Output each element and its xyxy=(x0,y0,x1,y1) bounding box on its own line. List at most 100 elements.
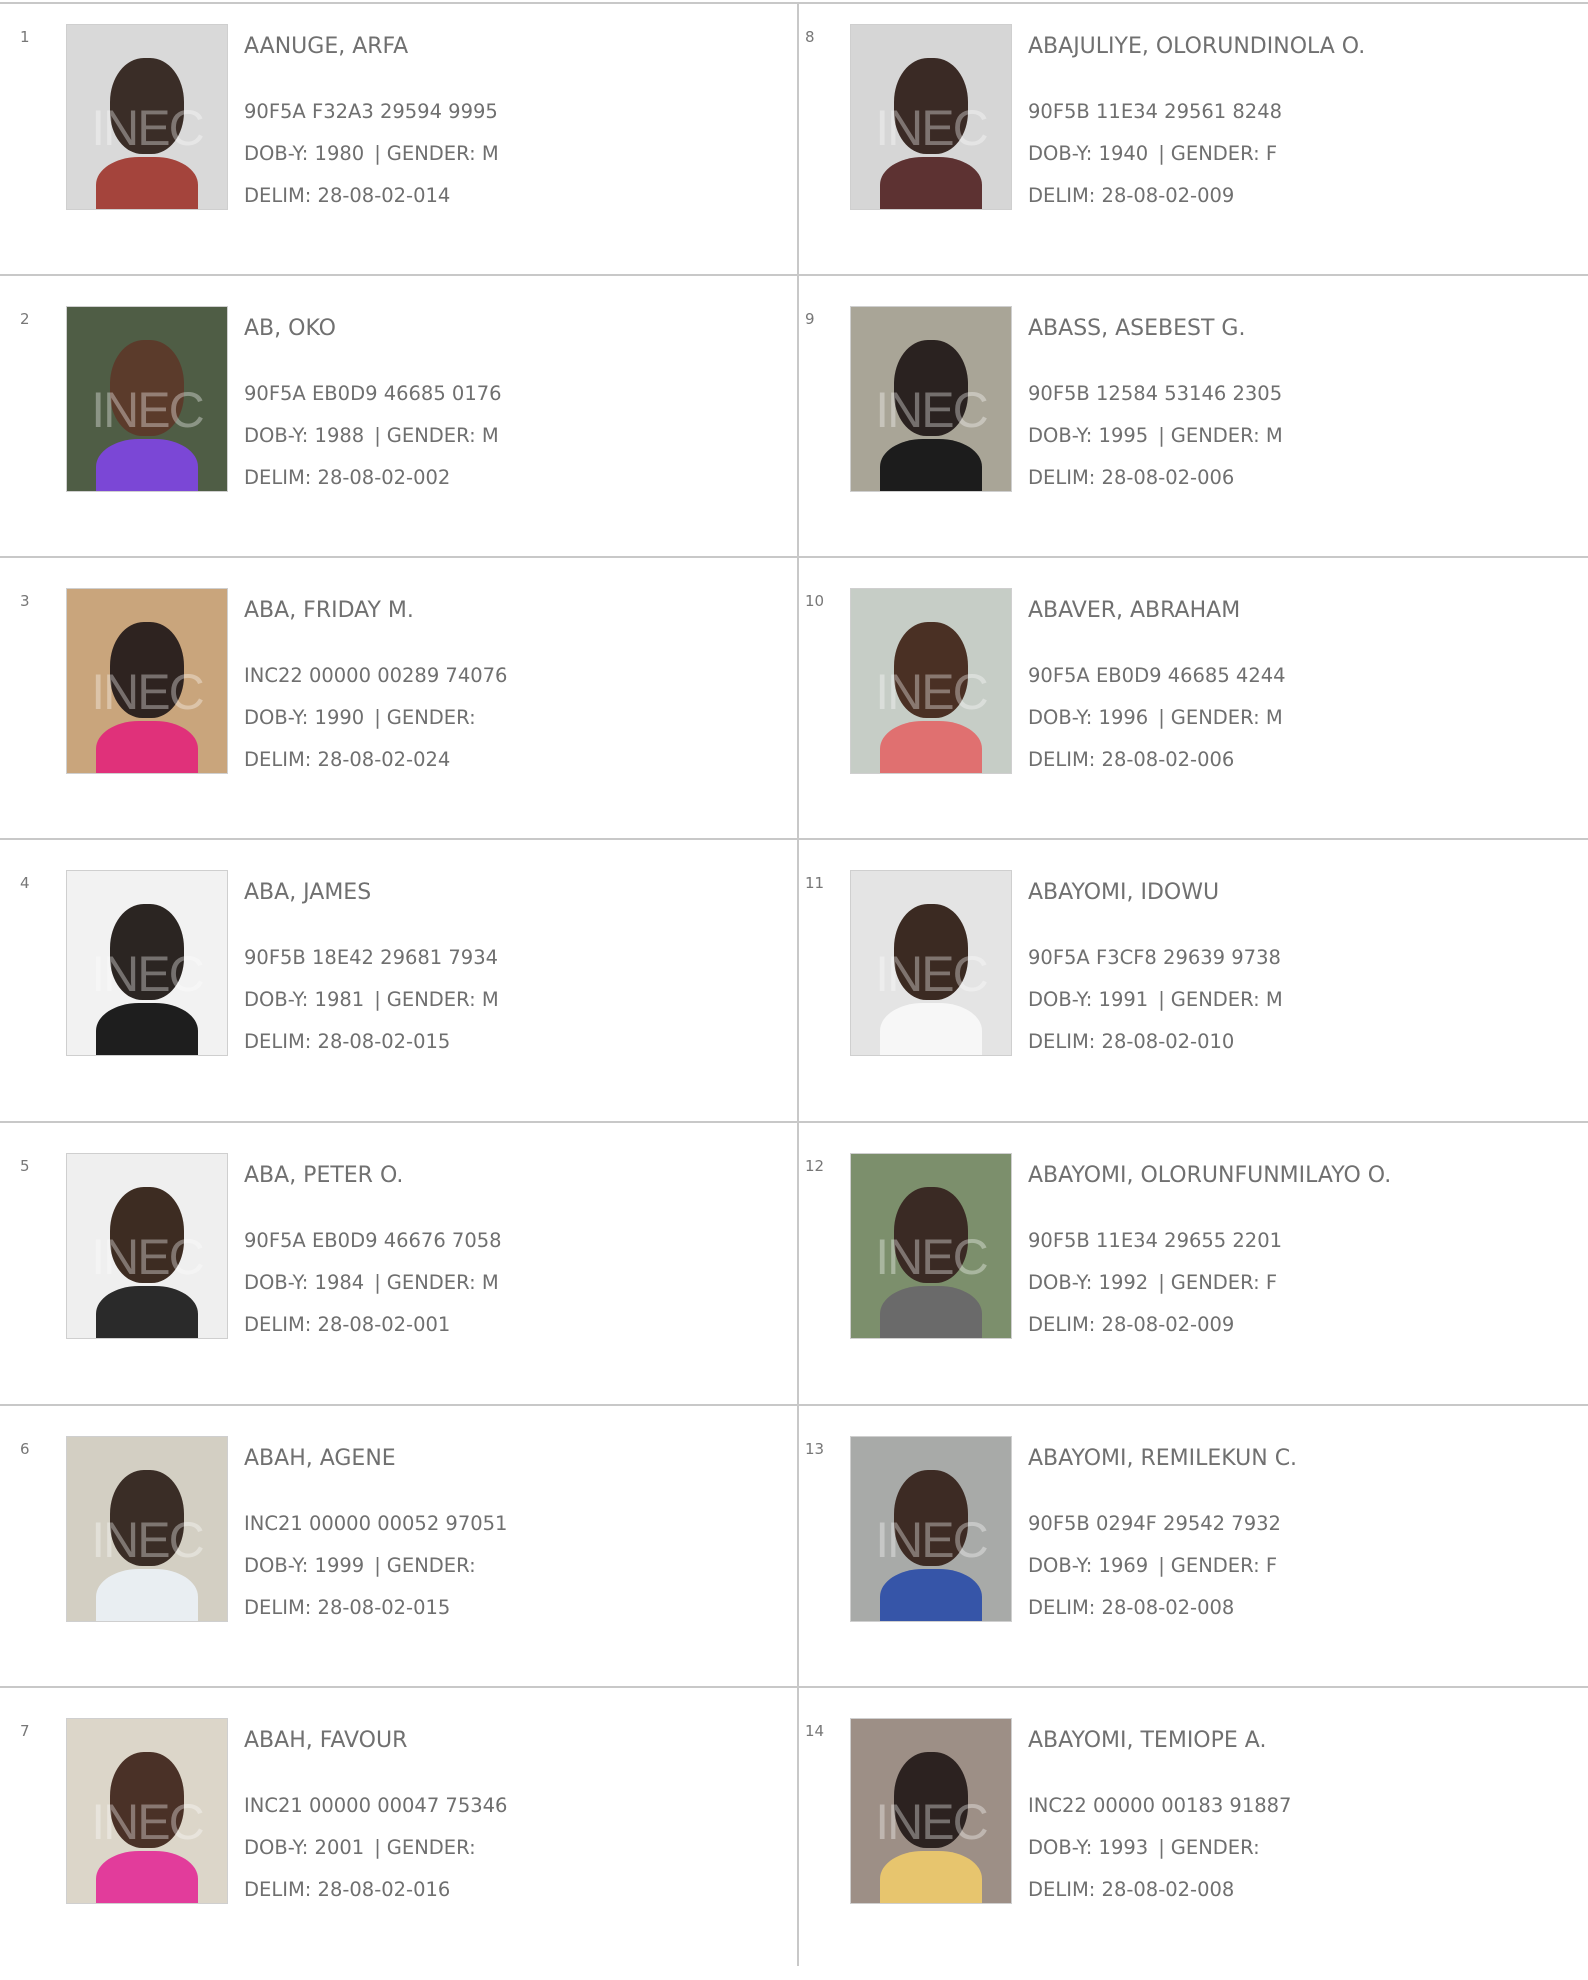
photo-shoulders xyxy=(95,439,199,491)
voter-name: ABAH, FAVOUR xyxy=(244,1728,408,1753)
dob-year: DOB-Y: 1995 xyxy=(1028,424,1149,447)
gender: GENDER: M xyxy=(386,1271,499,1294)
voter-card: 10 INEC ABAVER, ABRAHAM 90F5A EB0D9 46685 4… xyxy=(799,568,1588,850)
delimitation-code: DELIM: 28-08-02-009 xyxy=(1028,184,1235,207)
delimitation-code: DELIM: 28-08-02-006 xyxy=(1028,466,1235,489)
inec-watermark: INEC xyxy=(91,945,204,1002)
voter-name: ABA, JAMES xyxy=(244,880,372,905)
delimitation-code: DELIM: 28-08-02-002 xyxy=(244,466,451,489)
voter-card: 2 INEC AB, OKO 90F5A EB0D9 46685 0176 DOB-Y:… xyxy=(0,286,797,568)
voter-photo: INEC xyxy=(850,1718,1012,1904)
inec-watermark: INEC xyxy=(875,99,988,156)
voter-card: 9 INEC ABASS, ASEBEST G. 90F5B 12584 53146 … xyxy=(799,286,1588,568)
voter-id-number: INC22 00000 00289 74076 xyxy=(244,664,508,687)
voter-id-number: 90F5B 18E42 29681 7934 xyxy=(244,946,499,969)
gender: GENDER: xyxy=(386,1836,476,1859)
entry-number: 11 xyxy=(805,874,825,892)
dob-gender-line: DOB-Y: 1993 | GENDER: xyxy=(1028,1836,1260,1859)
gender: GENDER: xyxy=(1170,1836,1260,1859)
voter-name: ABAVER, ABRAHAM xyxy=(1028,598,1241,623)
dob-gender-line: DOB-Y: 1984 | GENDER: M xyxy=(244,1271,499,1294)
voter-name: ABAYOMI, IDOWU xyxy=(1028,880,1220,905)
voter-id-number: INC21 00000 00052 97051 xyxy=(244,1512,508,1535)
inec-watermark: INEC xyxy=(91,381,204,438)
voter-photo: INEC xyxy=(850,1436,1012,1622)
voter-photo: INEC xyxy=(850,24,1012,210)
entry-number: 1 xyxy=(20,28,30,46)
gender: GENDER: F xyxy=(1170,1554,1278,1577)
inec-watermark: INEC xyxy=(875,663,988,720)
entry-number: 6 xyxy=(20,1440,30,1458)
voter-id-number: 90F5A EB0D9 46685 4244 xyxy=(1028,664,1286,687)
entry-number: 9 xyxy=(805,310,815,328)
gender: GENDER: M xyxy=(386,424,499,447)
voter-card: 12 INEC ABAYOMI, OLORUNFUNMILAYO O. 90F5B 1… xyxy=(799,1133,1588,1415)
field-separator: | xyxy=(374,706,381,729)
voter-name: ABA, PETER O. xyxy=(244,1163,404,1188)
entry-number: 8 xyxy=(805,28,815,46)
voter-id-number: 90F5A EB0D9 46685 0176 xyxy=(244,382,502,405)
photo-shoulders xyxy=(95,1286,199,1338)
voter-photo: INEC xyxy=(66,306,228,492)
voter-id-number: INC21 00000 00047 75346 xyxy=(244,1794,508,1817)
dob-gender-line: DOB-Y: 1969 | GENDER: F xyxy=(1028,1554,1277,1577)
field-separator: | xyxy=(1158,1271,1165,1294)
field-separator: | xyxy=(374,1271,381,1294)
dob-gender-line: DOB-Y: 1996 | GENDER: M xyxy=(1028,706,1283,729)
field-separator: | xyxy=(1158,1836,1165,1859)
inec-watermark: INEC xyxy=(91,99,204,156)
dob-gender-line: DOB-Y: 1999 | GENDER: xyxy=(244,1554,476,1577)
delimitation-code: DELIM: 28-08-02-001 xyxy=(244,1313,451,1336)
voter-name: ABAH, AGENE xyxy=(244,1446,396,1471)
dob-year: DOB-Y: 1992 xyxy=(1028,1271,1149,1294)
voter-id-number: 90F5B 0294F 29542 7932 xyxy=(1028,1512,1281,1535)
field-separator: | xyxy=(1158,1554,1165,1577)
delimitation-code: DELIM: 28-08-02-015 xyxy=(244,1030,451,1053)
field-separator: | xyxy=(374,988,381,1011)
voter-card: 11 INEC ABAYOMI, IDOWU 90F5A F3CF8 29639 97… xyxy=(799,850,1588,1132)
dob-gender-line: DOB-Y: 1980 | GENDER: M xyxy=(244,142,499,165)
photo-shoulders xyxy=(879,721,983,773)
voter-id-number: 90F5A F32A3 29594 9995 xyxy=(244,100,498,123)
dob-year: DOB-Y: 1981 xyxy=(244,988,365,1011)
gender: GENDER: M xyxy=(1170,988,1283,1011)
delimitation-code: DELIM: 28-08-02-008 xyxy=(1028,1596,1235,1619)
dob-year: DOB-Y: 1969 xyxy=(1028,1554,1149,1577)
dob-gender-line: DOB-Y: 2001 | GENDER: xyxy=(244,1836,476,1859)
dob-year: DOB-Y: 1991 xyxy=(1028,988,1149,1011)
voter-card: 4 INEC ABA, JAMES 90F5B 18E42 29681 7934 DOB… xyxy=(0,850,797,1132)
field-separator: | xyxy=(374,142,381,165)
voter-name: ABA, FRIDAY M. xyxy=(244,598,414,623)
gender: GENDER: M xyxy=(1170,706,1283,729)
inec-watermark: INEC xyxy=(875,381,988,438)
voter-card: 6 INEC ABAH, AGENE INC21 00000 00052 97051 D… xyxy=(0,1416,797,1698)
voter-photo: INEC xyxy=(850,870,1012,1056)
voter-photo: INEC xyxy=(66,1153,228,1339)
dob-year: DOB-Y: 1990 xyxy=(244,706,365,729)
voter-photo: INEC xyxy=(66,1718,228,1904)
delimitation-code: DELIM: 28-08-02-010 xyxy=(1028,1030,1235,1053)
voter-photo: INEC xyxy=(850,1153,1012,1339)
voter-id-number: 90F5A EB0D9 46676 7058 xyxy=(244,1229,502,1252)
voter-name: ABAJULIYE, OLORUNDINOLA O. xyxy=(1028,34,1366,59)
entry-number: 4 xyxy=(20,874,30,892)
voter-card: 8 INEC ABAJULIYE, OLORUNDINOLA O. 90F5B 11E… xyxy=(799,4,1588,286)
delimitation-code: DELIM: 28-08-02-006 xyxy=(1028,748,1235,771)
dob-year: DOB-Y: 2001 xyxy=(244,1836,365,1859)
voter-id-number: 90F5B 11E34 29655 2201 xyxy=(1028,1229,1283,1252)
voter-name: AANUGE, ARFA xyxy=(244,34,409,59)
entry-number: 7 xyxy=(20,1722,30,1740)
inec-watermark: INEC xyxy=(875,1793,988,1850)
field-separator: | xyxy=(1158,706,1165,729)
dob-gender-line: DOB-Y: 1990 | GENDER: xyxy=(244,706,476,729)
dob-year: DOB-Y: 1984 xyxy=(244,1271,365,1294)
dob-gender-line: DOB-Y: 1940 | GENDER: F xyxy=(1028,142,1277,165)
inec-watermark: INEC xyxy=(875,1511,988,1568)
delimitation-code: DELIM: 28-08-02-016 xyxy=(244,1878,451,1901)
field-separator: | xyxy=(1158,988,1165,1011)
entry-number: 12 xyxy=(805,1157,825,1175)
dob-year: DOB-Y: 1993 xyxy=(1028,1836,1149,1859)
voter-photo: INEC xyxy=(850,306,1012,492)
delimitation-code: DELIM: 28-08-02-009 xyxy=(1028,1313,1235,1336)
gender: GENDER: xyxy=(386,706,476,729)
